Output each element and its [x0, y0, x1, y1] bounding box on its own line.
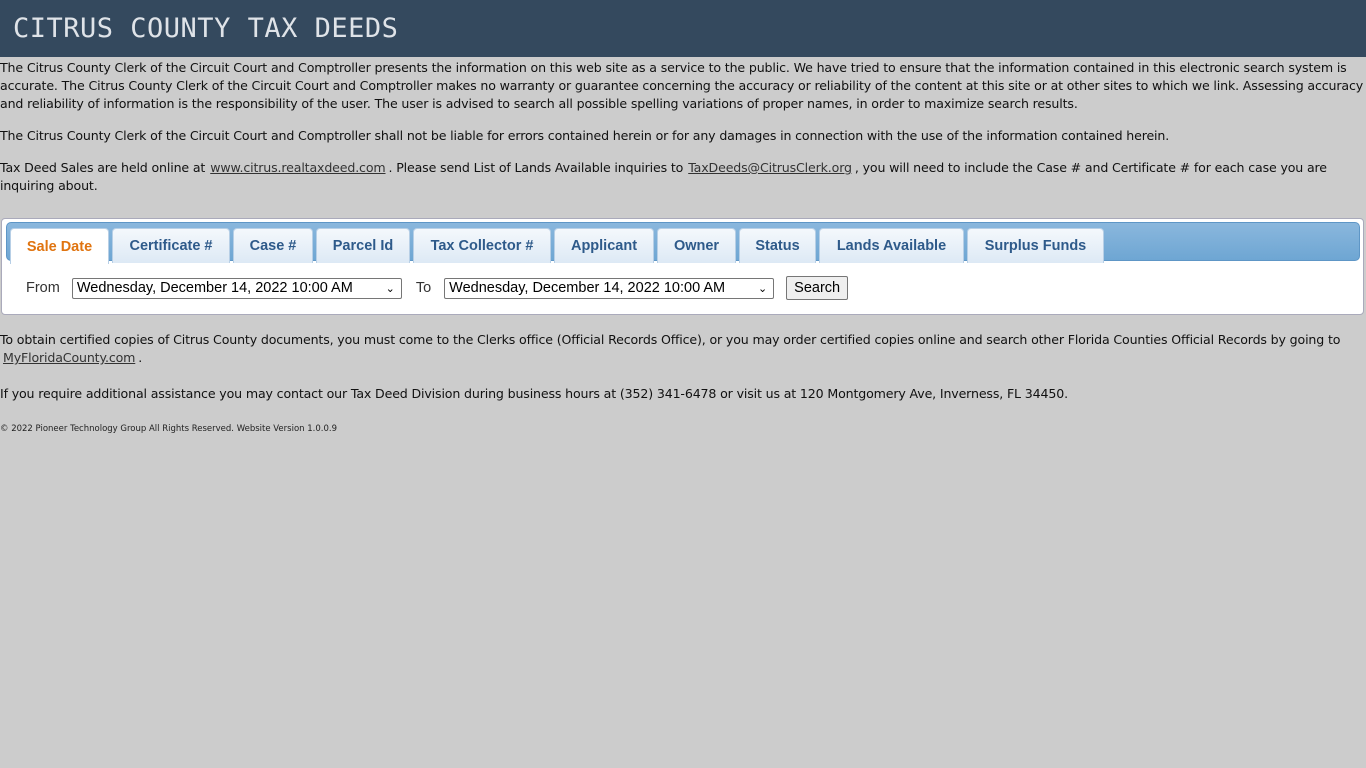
tab-bar: Sale Date Certificate # Case # Parcel Id…	[6, 222, 1360, 264]
tab-applicant[interactable]: Applicant	[554, 228, 654, 263]
liability-paragraph: The Citrus County Clerk of the Circuit C…	[0, 128, 1170, 143]
sales-info-prefix: Tax Deed Sales are held online at	[0, 160, 206, 175]
tab-case[interactable]: Case #	[233, 228, 313, 263]
tab-status[interactable]: Status	[739, 228, 816, 263]
tab-tax-collector[interactable]: Tax Collector #	[413, 228, 551, 263]
from-label: From	[26, 280, 60, 296]
from-date-select[interactable]: Wednesday, December 14, 2022 10:00 AM ⌄	[71, 277, 402, 299]
copyright-footer: © 2022 Pioneer Technology Group All Righ…	[0, 424, 337, 434]
search-tabs-panel: Sale Date Certificate # Case # Parcel Id…	[1, 218, 1364, 315]
assistance-paragraph: If you require additional assistance you…	[0, 386, 1068, 401]
sales-info-middle: . Please send List of Lands Available in…	[388, 160, 684, 175]
tab-owner[interactable]: Owner	[657, 228, 736, 263]
certified-copies-end: .	[138, 350, 143, 365]
tab-parcel-id[interactable]: Parcel Id	[316, 228, 410, 263]
sales-info-paragraph: Tax Deed Sales are held online at www.cit…	[0, 159, 1366, 195]
to-label: To	[415, 280, 432, 296]
myfloridacounty-link[interactable]: MyFloridaCounty.com	[3, 350, 135, 365]
from-date-value: Wednesday, December 14, 2022 10:00 AM	[76, 280, 353, 296]
sale-date-filter: From Wednesday, December 14, 2022 10:00 …	[26, 276, 849, 300]
taxdeeds-email-link[interactable]: TaxDeeds@CitrusClerk.org	[688, 160, 852, 175]
bottom-section: To obtain certified copies of Citrus Cou…	[0, 331, 1366, 434]
page-title: CITRUS COUNTY TAX DEEDS	[13, 13, 399, 44]
search-button[interactable]: Search	[786, 276, 849, 300]
chevron-down-icon: ⌄	[385, 282, 395, 295]
intro-section: The Citrus County Clerk of the Circuit C…	[0, 57, 1366, 195]
certified-copies-text: To obtain certified copies of Citrus Cou…	[0, 332, 1341, 347]
to-date-select[interactable]: Wednesday, December 14, 2022 10:00 AM ⌄	[444, 277, 775, 299]
chevron-down-icon: ⌄	[757, 282, 768, 295]
certified-copies-paragraph: To obtain certified copies of Citrus Cou…	[0, 331, 1366, 367]
page-header: CITRUS COUNTY TAX DEEDS	[0, 0, 1366, 57]
tab-surplus-funds[interactable]: Surplus Funds	[967, 228, 1104, 263]
realtaxdeed-link[interactable]: www.citrus.realtaxdeed.com	[210, 160, 385, 175]
tab-sale-date[interactable]: Sale Date	[10, 228, 109, 264]
disclaimer-paragraph: The Citrus County Clerk of the Circuit C…	[0, 60, 1364, 111]
tab-lands-available[interactable]: Lands Available	[819, 228, 964, 263]
tab-certificate[interactable]: Certificate #	[112, 228, 230, 263]
to-date-value: Wednesday, December 14, 2022 10:00 AM	[449, 280, 726, 296]
